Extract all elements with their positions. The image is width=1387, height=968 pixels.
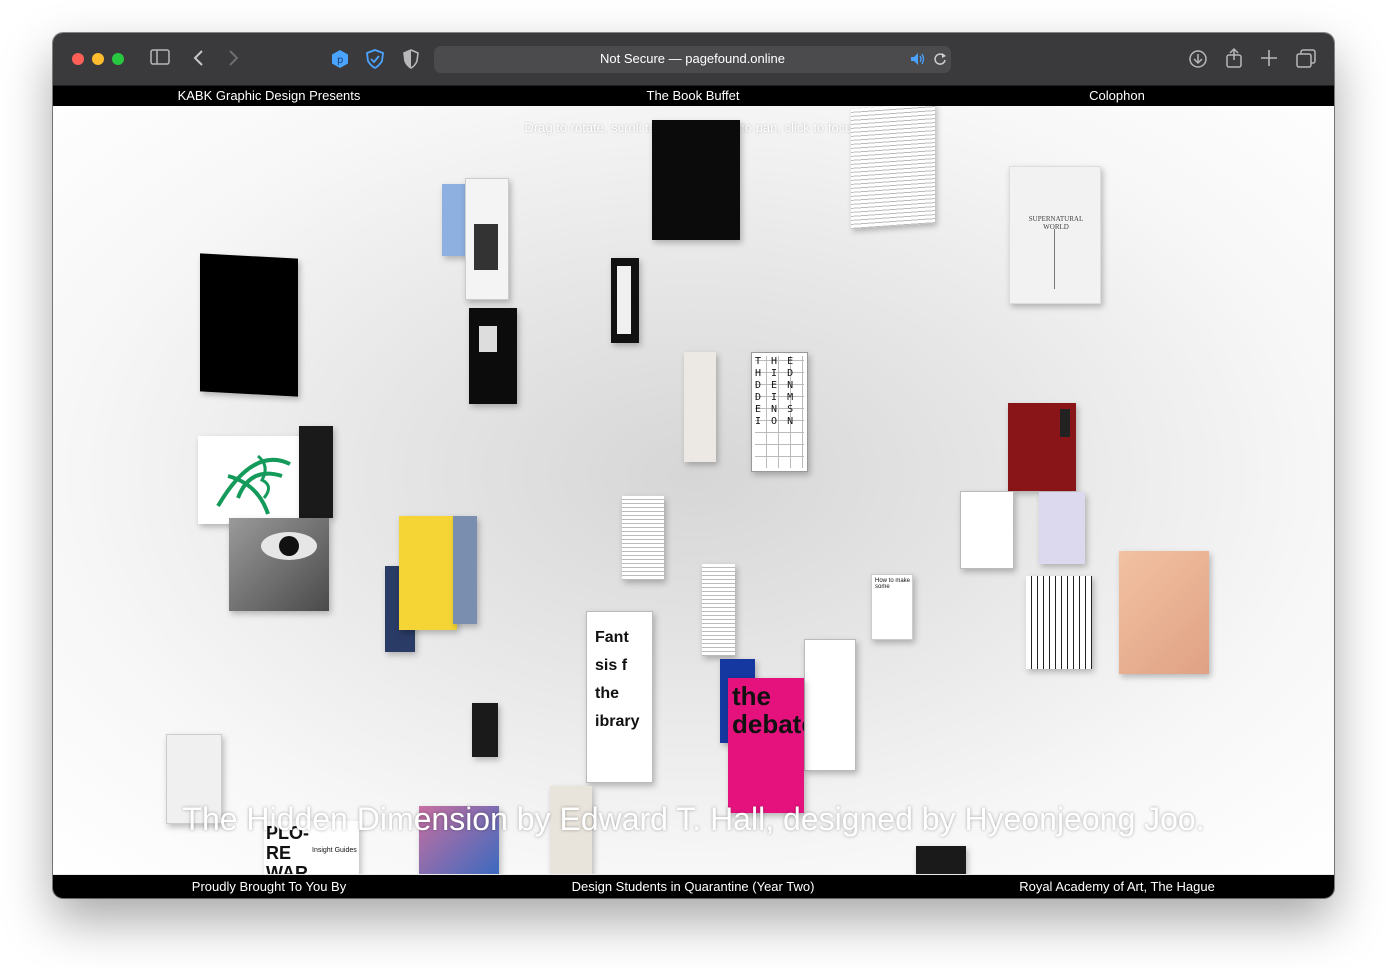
book-dark-side[interactable] — [299, 426, 333, 518]
book-skin-photo[interactable] — [1119, 551, 1209, 674]
footer-program-link[interactable]: Design Students in Quarantine (Year Two) — [572, 879, 815, 894]
book-white-portrait[interactable] — [465, 178, 509, 300]
address-bar[interactable]: Not Secure — pagefound.online — [434, 46, 951, 73]
nav-book-buffet-link[interactable]: The Book Buffet — [647, 88, 740, 103]
book-eye-photo[interactable] — [229, 518, 329, 611]
supernatural-title: SUPERNATURAL WORLD — [1028, 215, 1084, 231]
zoom-button[interactable] — [112, 53, 124, 65]
browser-window: p Not Secure — pagefound.online KABK Gra… — [53, 33, 1334, 898]
tab-overview-icon[interactable] — [1296, 49, 1316, 73]
shield-check-icon[interactable] — [366, 49, 384, 73]
extension-hexagon-icon[interactable]: p — [331, 49, 349, 73]
book-black-large[interactable] — [200, 253, 298, 397]
book-grid-pattern[interactable] — [1026, 576, 1092, 669]
book-line-drawing[interactable] — [960, 491, 1014, 569]
book-yellow[interactable] — [399, 516, 457, 630]
book-text-top[interactable] — [851, 106, 935, 229]
nav-presents-link[interactable]: KABK Graphic Design Presents — [178, 88, 361, 103]
book-black-top[interactable] — [652, 120, 740, 240]
browser-toolbar: p Not Secure — pagefound.online — [53, 33, 1334, 86]
new-tab-icon[interactable] — [1260, 49, 1278, 71]
book-black-narrow[interactable] — [611, 258, 639, 343]
svg-text:p: p — [337, 55, 343, 66]
book-white-tall[interactable] — [702, 564, 735, 656]
sidebar-toggle-icon[interactable] — [150, 49, 170, 69]
address-text: Not Secure — pagefound.online — [599, 51, 785, 66]
book-blue-photo[interactable] — [453, 516, 477, 624]
site-nav: KABK Graphic Design Presents The Book Bu… — [53, 86, 1334, 106]
nav-colophon-link[interactable]: Colophon — [1089, 88, 1145, 103]
hidden-dimension-letters: T H E H I D D E N D I M E N S I O N — [755, 356, 804, 468]
minimize-button[interactable] — [92, 53, 104, 65]
book-black-small[interactable] — [472, 703, 498, 757]
close-button[interactable] — [72, 53, 84, 65]
speaker-icon[interactable] — [910, 52, 926, 71]
back-icon[interactable] — [193, 49, 205, 71]
footer-credits-link[interactable]: Proudly Brought To You By — [192, 879, 346, 894]
book-supernatural-world[interactable]: SUPERNATURAL WORLD — [1009, 166, 1101, 304]
book-green-illustration[interactable] — [198, 436, 308, 524]
book-the-debate[interactable]: the debate — [728, 678, 804, 813]
book-canvas[interactable]: Drag to rotate, scroll to zoom, arrows t… — [53, 106, 1334, 874]
book-black-bottom[interactable] — [916, 846, 966, 874]
eye-image — [261, 532, 317, 560]
green-plant-illustration — [216, 454, 291, 515]
forward-icon[interactable] — [227, 49, 239, 71]
reload-icon[interactable] — [933, 52, 947, 71]
fantasies-title: Fant sis f the ibrary — [595, 629, 640, 730]
site-footer: Proudly Brought To You By Design Student… — [53, 875, 1334, 898]
focused-book-caption: The Hidden Dimension by Edward T. Hall, … — [182, 801, 1205, 837]
book-hidden-dimension[interactable]: T H E H I D D E N D I M E N S I O N — [751, 352, 808, 472]
book-red[interactable] — [1008, 403, 1076, 491]
how-to-title: How to make some — [875, 578, 911, 590]
book-white-lines[interactable] — [622, 496, 664, 580]
footer-academy-link[interactable]: Royal Academy of Art, The Hague — [1019, 879, 1215, 894]
debate-title: the debate — [732, 681, 804, 739]
book-how-to[interactable]: How to make some — [871, 574, 913, 640]
privacy-shield-icon[interactable] — [403, 49, 419, 73]
download-icon[interactable] — [1188, 49, 1208, 73]
book-black-white-type[interactable] — [469, 308, 517, 404]
share-icon[interactable] — [1225, 47, 1243, 73]
book-fantasies-library[interactable]: Fant sis f the ibrary — [586, 611, 653, 783]
book-lavender[interactable] — [1039, 492, 1085, 564]
book-spine-hidden-dimension[interactable] — [684, 352, 716, 462]
book-sketch-grid[interactable] — [804, 639, 856, 771]
plo-subtitle: Insight Guides — [312, 847, 357, 854]
